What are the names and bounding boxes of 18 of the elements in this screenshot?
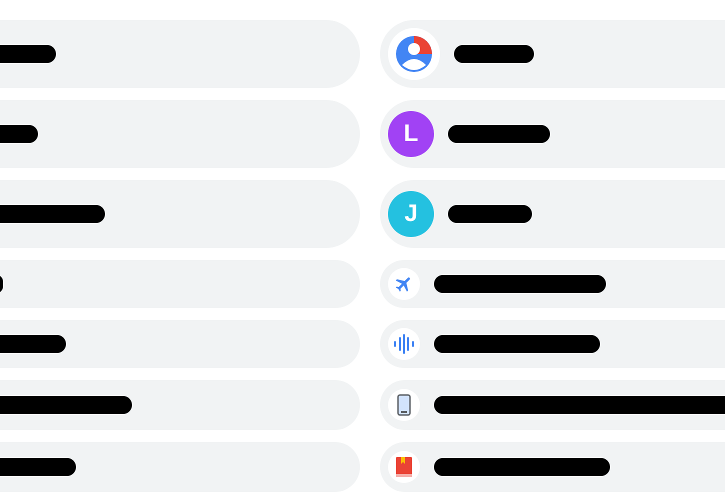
list-item[interactable]: L: [380, 100, 725, 168]
list-item[interactable]: [0, 442, 360, 492]
account-icon: [395, 35, 433, 73]
letter-avatar: L: [388, 111, 434, 157]
phone-icon: [397, 394, 411, 416]
list-item[interactable]: [0, 20, 360, 88]
list-item[interactable]: [380, 380, 725, 430]
list-item[interactable]: [0, 380, 360, 430]
list-item[interactable]: [380, 20, 725, 88]
letter-avatar: J: [388, 191, 434, 237]
book-icon: [396, 457, 412, 477]
list-item[interactable]: [380, 442, 725, 492]
voice-wave-icon: [393, 334, 415, 354]
list-item[interactable]: [0, 180, 360, 248]
list-item[interactable]: [0, 320, 360, 368]
list-item[interactable]: [0, 100, 360, 168]
list-item[interactable]: [380, 320, 725, 368]
list-item[interactable]: [380, 260, 725, 308]
